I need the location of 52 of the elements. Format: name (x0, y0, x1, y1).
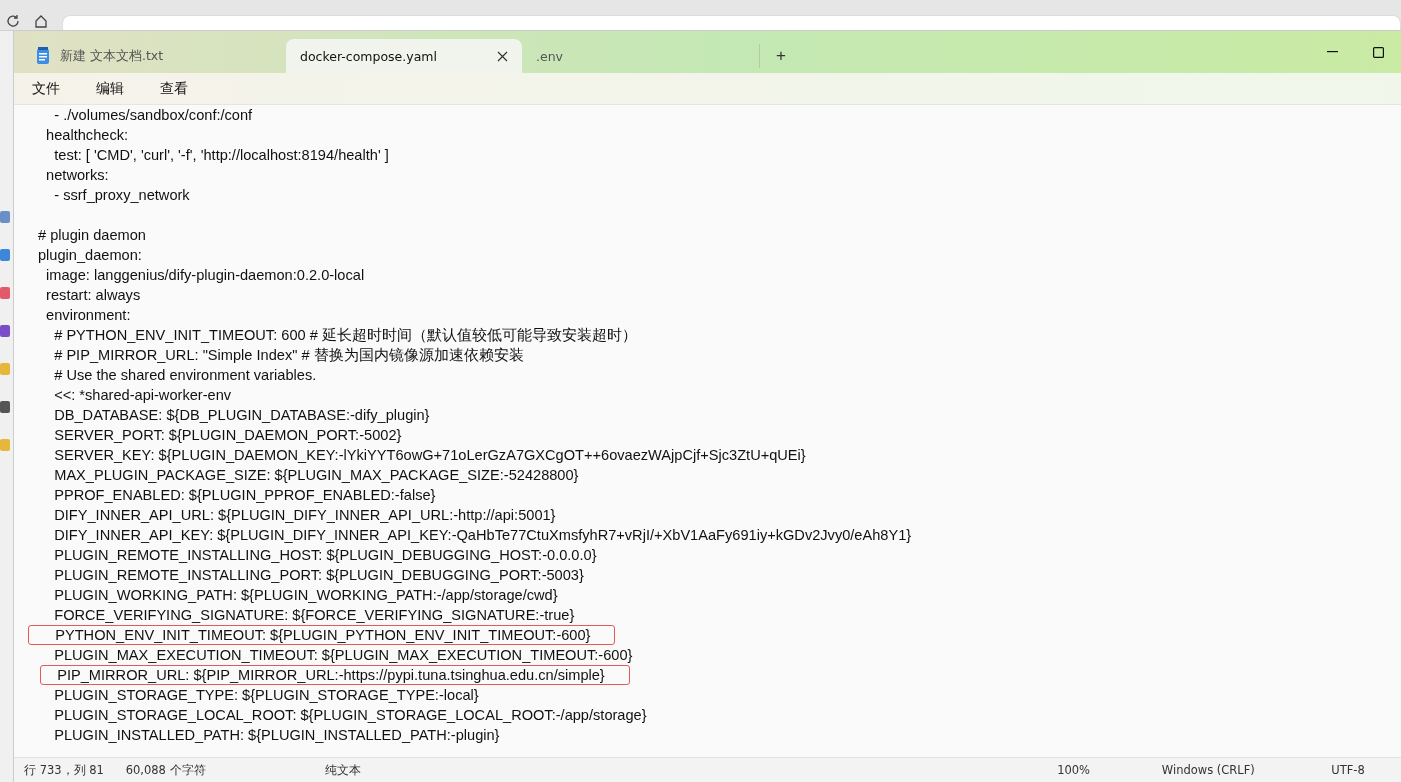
code-line: plugin_daemon: (38, 246, 142, 265)
file-format[interactable]: 纯文本 (314, 762, 1048, 778)
tab[interactable]: .env (522, 44, 760, 68)
maximize-icon[interactable] (1372, 46, 1384, 58)
menu-item[interactable]: 文件 (22, 76, 70, 101)
code-line: DB_DATABASE: ${DB_PLUGIN_DATABASE:-dify_plugin} (53, 406, 430, 425)
code-line: PPROF_ENABLED: ${PLUGIN_PPROF_ENABLED:-false} (53, 486, 436, 505)
code-line: PLUGIN_WORKING_PATH: ${PLUGIN_WORKING_PATH:-/app/storage/cwd} (53, 586, 558, 605)
home-icon[interactable] (34, 14, 48, 28)
encoding[interactable]: UTF-8 (1321, 763, 1401, 777)
tab[interactable]: 新建 文本文档.txt (22, 39, 286, 73)
close-icon[interactable] (497, 50, 508, 62)
code-line: PLUGIN_REMOTE_INSTALLING_PORT: ${PLUGIN_DEBUGGING_PORT:-5003} (53, 566, 584, 585)
code-line: # PYTHON_ENV_INIT_TIMEOUT: 600 # 延长超时时间（默认值较低可能导致安装超时） (53, 326, 637, 345)
code-line: networks: (45, 166, 109, 185)
desktop-icon[interactable] (0, 325, 10, 337)
code-line: FORCE_VERIFYING_SIGNATURE: ${FORCE_VERIFYING_SIGNATURE:-true} (53, 606, 575, 625)
code-line: PLUGIN_STORAGE_LOCAL_ROOT: ${PLUGIN_STORAGE_LOCAL_ROOT:-/app/storage} (53, 706, 647, 725)
minimize-icon[interactable] (1326, 51, 1338, 53)
code-line: PLUGIN_STORAGE_TYPE: ${PLUGIN_STORAGE_TYPE:-local} (53, 686, 479, 705)
menu-item[interactable]: 查看 (150, 76, 198, 101)
code-line: PLUGIN_MAX_EXECUTION_TIMEOUT: ${PLUGIN_MAX_EXECUTION_TIMEOUT:-600} (53, 646, 633, 665)
code-line: # PIP_MIRROR_URL: "Simple Index" # 替换为国内镜像源加速依赖安装 (53, 346, 524, 365)
desktop-icon[interactable] (0, 287, 10, 299)
desktop-icon[interactable] (0, 401, 10, 413)
code-line: SERVER_PORT: ${PLUGIN_DAEMON_PORT:-5002} (53, 426, 402, 445)
code-line: image: langgenius/dify-plugin-daemon:0.2.0-local (45, 266, 365, 285)
code-line: restart: always (45, 286, 141, 305)
tab[interactable]: docker-compose.yaml (286, 39, 522, 73)
new-tab-button[interactable]: + (772, 46, 790, 66)
code-line: PLUGIN_INSTALLED_PATH: ${PLUGIN_INSTALLED_PATH:-plugin} (53, 726, 500, 745)
code-line: MAX_PLUGIN_PACKAGE_SIZE: ${PLUGIN_MAX_PACKAGE_SIZE:-52428800} (53, 466, 579, 485)
desktop-icon[interactable] (0, 249, 10, 261)
code-line: # Use the shared environment variables. (53, 366, 317, 385)
code-line: SERVER_KEY: ${PLUGIN_DAEMON_KEY:-lYkiYYT6owG+71oLerGzA7GXCgOT++6ovaezWAjpCjf+Sjc3ZtU+qUEi} (53, 446, 806, 465)
menu-item[interactable]: 编辑 (86, 76, 134, 101)
code-line: test: [ 'CMD', 'curl', '-f', 'http://localhost:8194/health' ] (53, 146, 389, 165)
code-line: PLUGIN_REMOTE_INSTALLING_HOST: ${PLUGIN_DEBUGGING_HOST:-0.0.0.0} (53, 546, 597, 565)
code-line: DIFY_INNER_API_KEY: ${PLUGIN_DIFY_INNER_API_KEY:-QaHbTe77CtuXmsfyhR7+vRjI/+XbV1AaFy691iy+kGDv2Jvy0/eAh8Y1} (53, 526, 912, 545)
code-line: environment: (45, 306, 131, 325)
zoom-level[interactable]: 100% (1047, 763, 1152, 777)
desktop-icon[interactable] (0, 211, 10, 223)
character-count: 60,088 个字符 (124, 762, 207, 778)
code-line: <<: *shared-api-worker-env (53, 386, 232, 405)
code-line: - ./volumes/sandbox/conf:/conf (53, 106, 253, 125)
code-line: DIFY_INNER_API_URL: ${PLUGIN_DIFY_INNER_API_URL:-http://api:5001} (53, 506, 556, 525)
reload-icon[interactable] (6, 14, 20, 28)
line-ending[interactable]: Windows (CRLF) (1151, 763, 1322, 777)
code-line: healthcheck: (45, 126, 129, 145)
code-line: - ssrf_proxy_network (53, 186, 190, 205)
cursor-position: 行 733，列 81 (23, 762, 105, 778)
code-line: # plugin daemon (38, 226, 146, 245)
